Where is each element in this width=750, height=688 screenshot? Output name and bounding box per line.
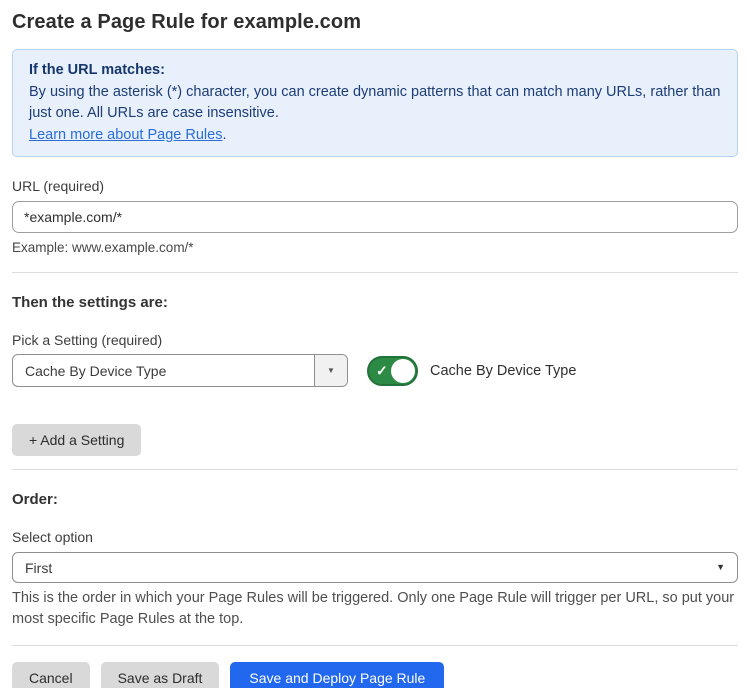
url-input[interactable] <box>12 201 738 233</box>
add-setting-button[interactable]: + Add a Setting <box>12 424 141 456</box>
setting-select-arrow-button[interactable]: ▼ <box>314 355 347 386</box>
setting-toggle[interactable]: ✓ <box>367 356 418 386</box>
chevron-down-icon: ▼ <box>327 367 335 375</box>
footer-actions: Cancel Save as Draft Save and Deploy Pag… <box>12 662 738 688</box>
order-helper-text: This is the order in which your Page Rul… <box>12 588 738 630</box>
url-example-helper: Example: www.example.com/* <box>12 240 738 255</box>
setting-toggle-label: Cache By Device Type <box>430 363 576 379</box>
divider <box>12 469 738 470</box>
page-title: Create a Page Rule for example.com <box>12 9 738 36</box>
save-and-deploy-button[interactable]: Save and Deploy Page Rule <box>230 662 444 688</box>
setting-select-value: Cache By Device Type <box>13 355 314 386</box>
chevron-down-icon: ▼ <box>716 563 725 572</box>
url-label: URL (required) <box>12 178 738 194</box>
link-suffix: . <box>222 127 226 143</box>
order-section-heading: Order: <box>12 491 738 508</box>
page-rule-form: Create a Page Rule for example.com If th… <box>0 0 750 688</box>
info-box-link-line: Learn more about Page Rules. <box>29 125 721 147</box>
setting-select[interactable]: Cache By Device Type ▼ <box>12 354 348 387</box>
settings-section-heading: Then the settings are: <box>12 294 738 311</box>
check-icon: ✓ <box>376 363 388 377</box>
order-select-label: Select option <box>12 529 738 545</box>
learn-more-link[interactable]: Learn more about Page Rules <box>29 127 222 143</box>
url-match-info-box: If the URL matches: By using the asteris… <box>12 49 738 157</box>
setting-row: Cache By Device Type ▼ ✓ Cache By Device… <box>12 354 738 387</box>
pick-setting-label: Pick a Setting (required) <box>12 332 738 348</box>
divider <box>12 272 738 273</box>
order-select[interactable]: First ▼ <box>12 552 738 583</box>
save-as-draft-button[interactable]: Save as Draft <box>101 662 220 688</box>
cancel-button[interactable]: Cancel <box>12 662 90 688</box>
info-box-body: By using the asterisk (*) character, you… <box>29 82 721 125</box>
toggle-knob <box>391 359 415 383</box>
order-select-value: First <box>25 560 52 576</box>
info-box-heading: If the URL matches: <box>29 60 721 82</box>
divider <box>12 645 738 646</box>
